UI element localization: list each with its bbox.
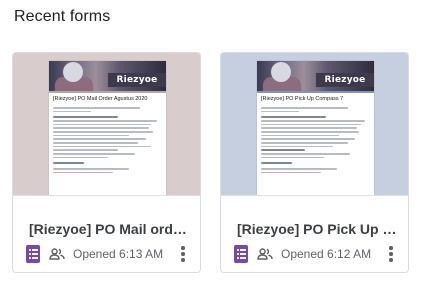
header-banner: Riezyoe bbox=[257, 61, 374, 91]
banner-brand: Riezyoe bbox=[324, 75, 366, 85]
people-icon bbox=[49, 248, 65, 260]
preview-title: [Riezyoe] PO Mail Order Agustus 2020 bbox=[53, 96, 148, 102]
form-thumbnail: Riezyoe [Riezyoe] PO Mail Order Agustus … bbox=[13, 53, 200, 195]
more-vert-icon[interactable] bbox=[385, 245, 397, 263]
google-forms-icon bbox=[234, 245, 248, 263]
google-forms-icon bbox=[26, 245, 40, 263]
form-preview: Riezyoe [Riezyoe] PO Pick Up Compass 7 bbox=[257, 61, 374, 195]
form-title[interactable]: [Riezyoe] PO Pick Up Co... bbox=[237, 221, 401, 237]
banner-brand: Riezyoe bbox=[116, 75, 158, 85]
people-icon bbox=[257, 248, 273, 260]
form-preview: Riezyoe [Riezyoe] PO Mail Order Agustus … bbox=[49, 61, 166, 195]
opened-time: Opened 6:12 AM bbox=[281, 247, 372, 261]
form-thumbnail: Riezyoe [Riezyoe] PO Pick Up Compass 7 bbox=[221, 53, 408, 195]
form-card[interactable]: Riezyoe [Riezyoe] PO Pick Up Compass 7 [… bbox=[220, 52, 409, 273]
form-card[interactable]: Riezyoe [Riezyoe] PO Mail Order Agustus … bbox=[12, 52, 201, 273]
form-title[interactable]: [Riezyoe] PO Mail order A... bbox=[29, 221, 193, 237]
header-banner: Riezyoe bbox=[49, 61, 166, 91]
section-title: Recent forms bbox=[14, 8, 111, 25]
preview-title: [Riezyoe] PO Pick Up Compass 7 bbox=[261, 96, 344, 102]
more-vert-icon[interactable] bbox=[177, 245, 189, 263]
opened-time: Opened 6:13 AM bbox=[73, 247, 164, 261]
